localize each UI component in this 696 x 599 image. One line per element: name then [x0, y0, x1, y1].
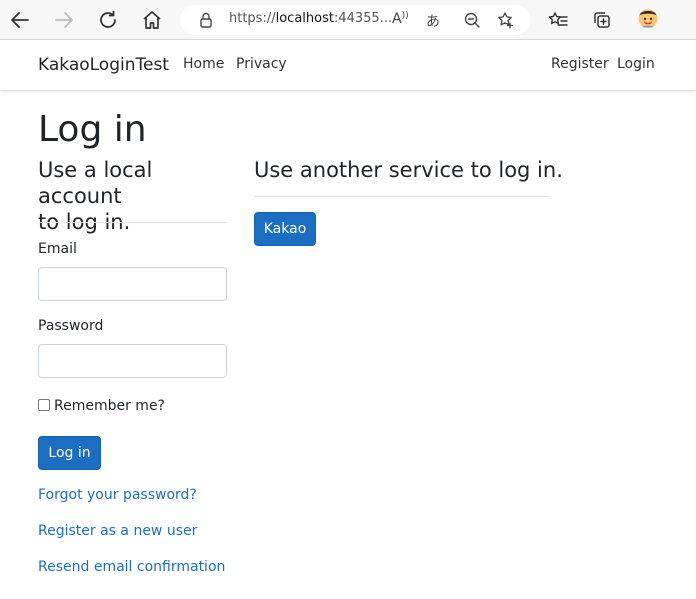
forward-arrow-icon[interactable]: [52, 8, 76, 32]
zoom-out-icon[interactable]: [462, 10, 482, 30]
password-input[interactable]: [38, 344, 227, 378]
favorite-add-icon[interactable]: [496, 10, 516, 30]
page-title: Log in: [38, 109, 147, 150]
remember-me-label[interactable]: Remember me?: [54, 398, 165, 414]
url-scheme: https://: [229, 11, 276, 26]
local-divider: [38, 222, 227, 223]
back-arrow-icon[interactable]: [8, 8, 32, 32]
login-button[interactable]: Log in: [38, 436, 101, 470]
url-host: localhost: [275, 11, 334, 26]
register-new-user-link[interactable]: Register as a new user: [38, 523, 197, 539]
resend-confirmation-link[interactable]: Resend email confirmation: [38, 559, 225, 575]
password-label: Password: [38, 318, 104, 334]
external-login-heading: Use another service to log in.: [254, 158, 563, 182]
local-account-heading: Use a local account to log in.: [38, 157, 238, 235]
refresh-icon[interactable]: [96, 8, 120, 32]
nav-link-home[interactable]: Home: [183, 56, 224, 72]
nav-link-login[interactable]: Login: [617, 56, 655, 72]
url-text[interactable]: https://localhost:44355...: [229, 11, 392, 26]
site-navbar: KakaoLoginTest Home Privacy Register Log…: [0, 40, 696, 91]
nav-link-register[interactable]: Register: [551, 56, 609, 72]
profile-avatar-icon[interactable]: [636, 6, 664, 34]
translate-icon[interactable]: あ: [426, 11, 446, 31]
read-aloud-glyph: A: [392, 11, 402, 27]
remember-me-row[interactable]: Remember me?: [38, 395, 165, 414]
favorites-icon[interactable]: [546, 8, 570, 32]
address-bar[interactable]: https://localhost:44355... A)) あ: [180, 5, 530, 35]
collections-icon[interactable]: [590, 8, 614, 32]
kakao-login-button[interactable]: Kakao: [254, 212, 316, 246]
url-rest: :44355...: [333, 11, 393, 26]
read-aloud-icon[interactable]: A)): [392, 11, 412, 31]
forgot-password-link[interactable]: Forgot your password?: [38, 487, 197, 503]
local-heading-line1: Use a local account: [38, 158, 153, 208]
email-input[interactable]: [38, 267, 227, 301]
browser-toolbar: https://localhost:44355... A)) あ: [0, 0, 696, 40]
email-label: Email: [38, 241, 77, 257]
lock-icon[interactable]: [196, 10, 216, 30]
navbar-brand[interactable]: KakaoLoginTest: [38, 55, 169, 75]
nav-link-privacy[interactable]: Privacy: [236, 56, 287, 72]
remember-me-checkbox[interactable]: [38, 399, 50, 411]
home-icon[interactable]: [140, 8, 164, 32]
external-divider: [254, 196, 551, 197]
translate-glyph: あ: [426, 14, 440, 30]
